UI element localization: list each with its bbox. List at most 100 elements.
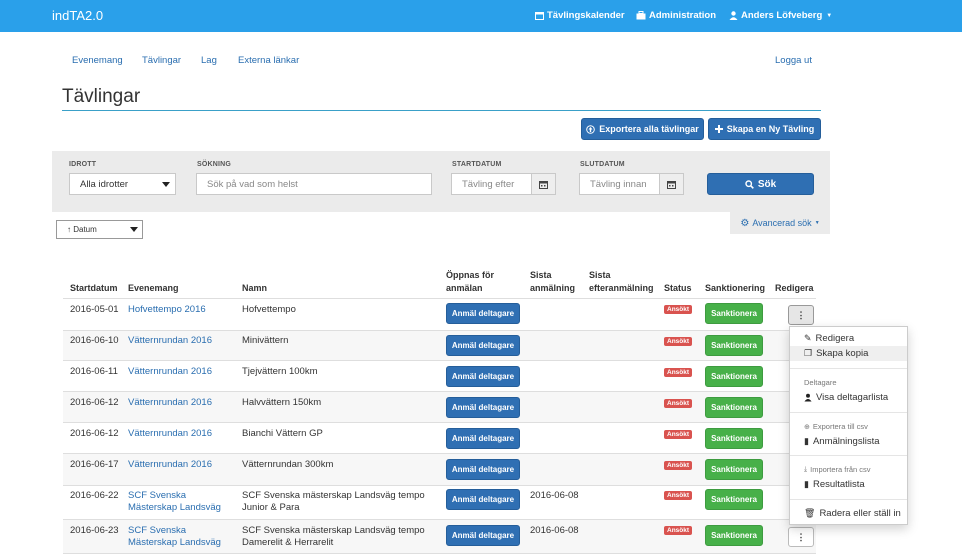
sanction-button[interactable]: Sanktionera: [705, 366, 763, 387]
sanction-button[interactable]: Sanktionera: [705, 428, 763, 449]
row-actions-menu: ✎ Redigera ❐ Skapa kopia Deltagare Visa …: [789, 326, 908, 525]
header-late-line2: efteranmälning: [589, 283, 654, 293]
sort-select[interactable]: ↑ Datum: [56, 220, 143, 239]
briefcase-icon: [636, 11, 646, 20]
header-late-line1: Sista: [589, 270, 611, 280]
register-participants-button[interactable]: Anmäl deltagare: [446, 489, 520, 510]
calendar-icon: [539, 180, 548, 189]
row-actions-button[interactable]: ⋮: [788, 527, 814, 547]
calendar-link-label: Tävlingskalender: [547, 10, 625, 21]
search-button[interactable]: Sök: [707, 173, 814, 195]
circle-arrow-up-icon: ⊕: [804, 423, 810, 431]
register-participants-button[interactable]: Anmäl deltagare: [446, 525, 520, 546]
status-badge: Ansökt: [664, 337, 693, 346]
row-event-link-line2[interactable]: Mästerskap Landsväg: [128, 502, 221, 514]
calendar-link[interactable]: Tävlingskalender: [535, 10, 625, 21]
search-icon: [745, 179, 754, 189]
header-start-date[interactable]: Startdatum: [70, 282, 118, 294]
row-start-date: 2016-06-23: [70, 525, 119, 536]
row-actions-button[interactable]: ⋮: [788, 305, 814, 325]
sanction-button[interactable]: Sanktionera: [705, 489, 763, 510]
circle-arrow-up-icon: [586, 124, 596, 134]
end-date-placeholder: Tävling innan: [590, 178, 647, 190]
header-open-line2: anmälan: [446, 283, 483, 293]
sanction-button[interactable]: Sanktionera: [705, 397, 763, 418]
sanction-button[interactable]: Sanktionera: [705, 335, 763, 356]
administration-link[interactable]: Administration: [636, 10, 716, 21]
status-badge: Ansökt: [664, 461, 693, 470]
menu-header-participants: Deltagare: [804, 378, 837, 387]
register-participants-button[interactable]: Anmäl deltagare: [446, 366, 520, 387]
row-event-link[interactable]: Vätternrundan 2016: [128, 428, 212, 440]
register-participants-label: Anmäl deltagare: [451, 495, 515, 504]
search-label: SÖKNING: [197, 161, 232, 168]
logout-link[interactable]: Logga ut: [775, 55, 812, 66]
menu-divider: [790, 455, 907, 456]
end-date-calendar-button[interactable]: [659, 173, 684, 195]
row-start-date: 2016-06-17: [70, 459, 119, 470]
menu-item-edit[interactable]: ✎ Redigera: [790, 331, 907, 346]
menu-item-delete-label: Radera eller ställ in: [819, 508, 901, 519]
brand-logo[interactable]: indTA2.0: [52, 8, 103, 23]
register-participants-button[interactable]: Anmäl deltagare: [446, 459, 520, 480]
export-all-button[interactable]: Exportera alla tävlingar: [581, 118, 704, 140]
register-participants-label: Anmäl deltagare: [451, 372, 515, 381]
start-date-input[interactable]: Tävling efter: [451, 173, 532, 195]
start-date-calendar-button[interactable]: [531, 173, 556, 195]
menu-item-edit-label: Redigera: [815, 333, 855, 344]
top-navbar: indTA2.0 Tävlingskalender Administration…: [0, 0, 962, 32]
header-open-line1: Öppnas för: [446, 270, 495, 280]
status-badge: Ansökt: [664, 399, 693, 408]
row-event-link[interactable]: SCF Svenska: [128, 525, 186, 537]
subnav-competitions[interactable]: Tävlingar: [142, 55, 181, 66]
header-name[interactable]: Namn: [242, 282, 267, 294]
menu-item-show-participants[interactable]: Visa deltagarlista: [790, 390, 907, 405]
row-start-date: 2016-05-01: [70, 304, 119, 315]
header-last-line1: Sista: [530, 270, 552, 280]
menu-item-registration-list[interactable]: ▮ Anmälningslista: [790, 434, 907, 449]
row-event-link[interactable]: Vätternrundan 2016: [128, 459, 212, 471]
row-event-link[interactable]: Vätternrundan 2016: [128, 335, 212, 347]
row-start-date: 2016-06-12: [70, 428, 119, 439]
row-name-line2: Junior & Para: [242, 502, 300, 513]
register-participants-button[interactable]: Anmäl deltagare: [446, 397, 520, 418]
advanced-search-toggle[interactable]: ⚙ Avancerad sök ▼: [730, 212, 830, 234]
row-name: Halvvättern 150km: [242, 397, 322, 408]
status-badge: Ansökt: [664, 368, 693, 377]
menu-item-result-list[interactable]: ▮ Resultatlista: [790, 477, 907, 492]
sanction-button[interactable]: Sanktionera: [705, 303, 763, 324]
end-date-input[interactable]: Tävling innan: [579, 173, 660, 195]
title-divider: [62, 110, 821, 111]
sanction-button[interactable]: Sanktionera: [705, 459, 763, 480]
row-event-link-line2[interactable]: Mästerskap Landsväg: [128, 537, 221, 549]
row-event-link[interactable]: Hofvettempo 2016: [128, 304, 206, 316]
menu-item-copy[interactable]: ❐ Skapa kopia: [790, 346, 907, 361]
start-date-label: STARTDATUM: [452, 161, 502, 168]
search-input[interactable]: Sök på vad som helst: [196, 173, 432, 195]
more-vertical-icon: ⋮: [796, 531, 806, 542]
register-participants-button[interactable]: Anmäl deltagare: [446, 428, 520, 449]
header-event[interactable]: Evenemang: [128, 282, 179, 294]
row-start-date: 2016-06-22: [70, 490, 119, 501]
sanction-button[interactable]: Sanktionera: [705, 525, 763, 546]
register-participants-label: Anmäl deltagare: [451, 434, 515, 443]
subnav-external-links[interactable]: Externa länkar: [238, 55, 299, 66]
row-event-link[interactable]: Vätternrundan 2016: [128, 366, 212, 378]
user-name: Anders Löfveberg: [741, 10, 823, 21]
sanction-label: Sanktionera: [711, 403, 757, 412]
create-competition-button[interactable]: Skapa en Ny Tävling: [708, 118, 821, 140]
row-name: Vätternrundan 300km: [242, 459, 334, 470]
user-menu[interactable]: Anders Löfveberg ▼: [729, 10, 832, 21]
row-event-link[interactable]: SCF Svenska: [128, 490, 186, 502]
subnav-teams[interactable]: Lag: [201, 55, 217, 66]
subnav-events[interactable]: Evenemang: [72, 55, 123, 66]
menu-item-delete[interactable]: 🗑 Radera eller ställ in: [790, 506, 907, 521]
advanced-search-label: Avancerad sök: [752, 218, 812, 228]
end-date-label: SLUTDATUM: [580, 161, 625, 168]
register-participants-button[interactable]: Anmäl deltagare: [446, 303, 520, 324]
row-start-date: 2016-06-12: [70, 397, 119, 408]
register-participants-button[interactable]: Anmäl deltagare: [446, 335, 520, 356]
sanction-label: Sanktionera: [711, 465, 757, 474]
sport-select[interactable]: Alla idrotter: [69, 173, 176, 195]
row-event-link[interactable]: Vätternrundan 2016: [128, 397, 212, 409]
